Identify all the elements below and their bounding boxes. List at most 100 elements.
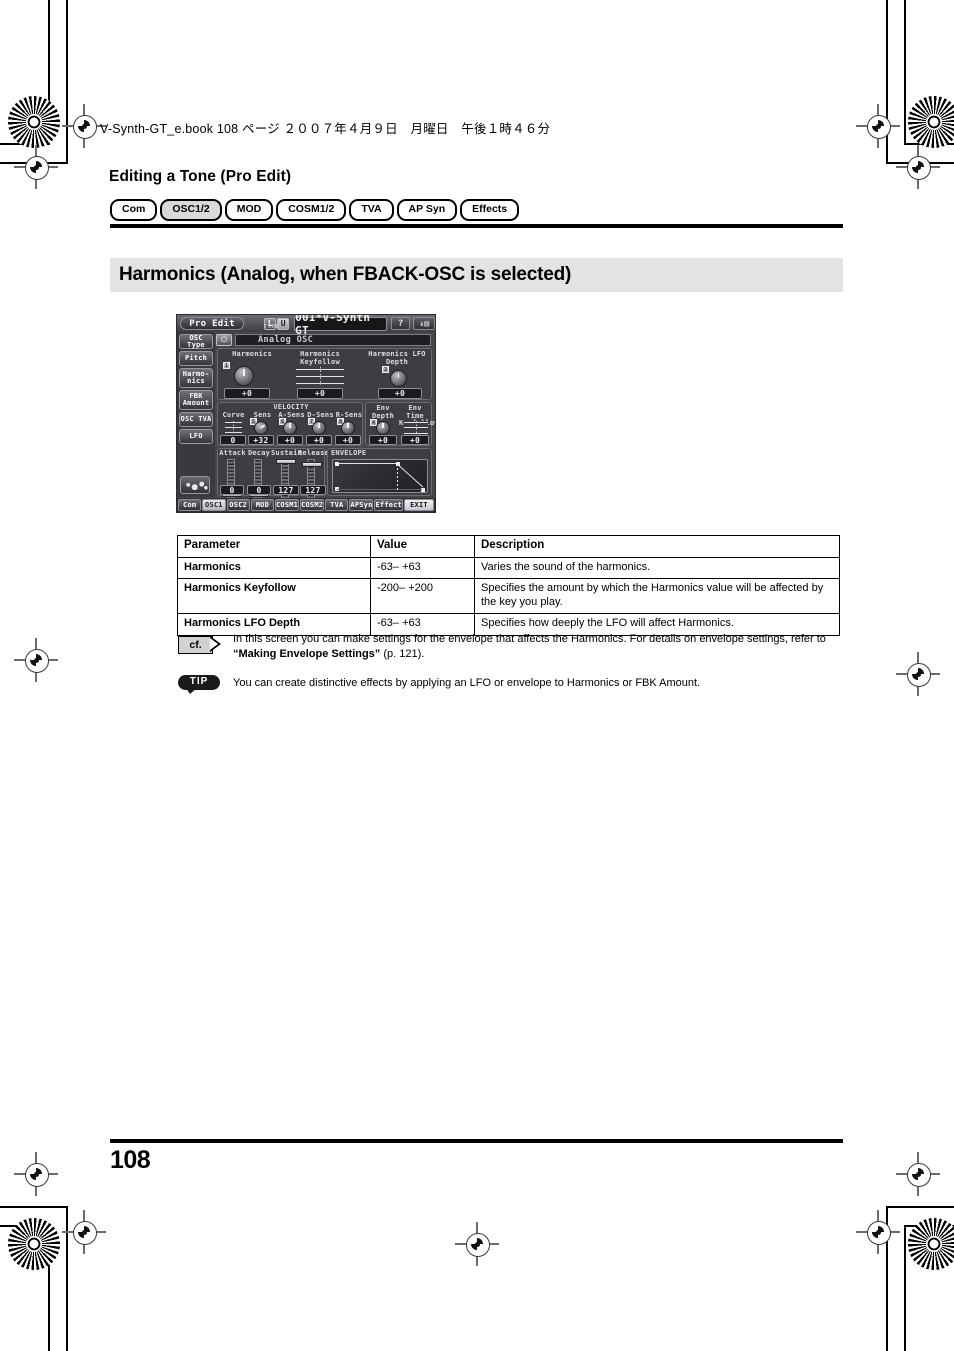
rail-button-osc-type[interactable]: OSC Type [179,334,213,349]
lcd-attack-value[interactable]: 0 [220,485,244,495]
cf-note-text-a: In this screen you can make settings for… [233,633,826,645]
lcd-tab-osc1[interactable]: OSC1 [202,499,226,511]
rail-button-fbk-amount[interactable]: FBK Amount [179,390,213,410]
column-header-parameter: Parameter [177,535,371,558]
registration-cross-upper-left [14,145,58,189]
registration-cross-lower-left [14,1152,58,1196]
lcd-exit-button[interactable]: EXIT [403,499,434,511]
rail-button-osc-tva[interactable]: OSC TVA [179,412,213,427]
crop-mark-top-right-v2 [904,0,906,145]
lcd-tone-lu-selector[interactable]: TONE L U [264,317,290,330]
lcd-harmonics-source-badge[interactable]: 1 [223,362,230,369]
device-lcd-screenshot: Pro Edit TONE L U 001*V-Synth GT ? ↓▤ OS… [176,314,436,513]
cell-parameter: Harmonics [177,556,371,579]
header-rule [110,224,843,228]
lcd-bottom-tab-bar: Com OSC1 OSC2 MOD COSM1 COSM2 TVA APSyn … [177,498,435,512]
registration-cross-top-right [856,104,900,148]
cf-note-text-b: (p. 121). [380,647,425,660]
registration-cross-mid-right [896,652,940,696]
tab-ap-syn[interactable]: AP Syn [396,199,458,221]
lcd-harmonics-lfo-source-badge[interactable]: 3 [382,366,389,373]
lcd-sustain-slider[interactable] [276,459,296,503]
lcd-velocity-a-sens-knob[interactable] [283,421,297,435]
rail-button-lfo[interactable]: LFO [179,429,213,444]
lcd-release-slider[interactable] [302,459,322,503]
lcd-velocity-d-sens-value[interactable]: +0 [306,435,332,445]
lcd-velocity-r-sens-value[interactable]: +0 [335,435,361,445]
lcd-velocity-panel: VELOCITY Curve Sens A-Sens D-Sens R-Sens… [217,402,363,446]
lcd-env-time-keyfollow-value[interactable]: +0 [401,435,429,445]
section-heading-bar: Harmonics (Analog, when FBACK-OSC is sel… [110,258,843,292]
lcd-tab-cosm2[interactable]: COSM2 [300,499,325,511]
globe-icon[interactable] [180,476,210,494]
rail-button-harmonics[interactable]: Harmo-nics [179,368,213,388]
tab-effects[interactable]: Effects [460,199,520,221]
lcd-decay-label: Decay [247,449,271,457]
lcd-sustain-label: Sustain [271,449,302,457]
lcd-tone-label: TONE [264,323,280,330]
lcd-envelope-graph[interactable] [332,459,428,493]
lcd-harmonics-keyfollow-value[interactable]: +0 [297,388,343,399]
lcd-attack-slider[interactable] [222,459,242,503]
lcd-harmonics-lfo-depth-value[interactable]: +0 [378,388,422,399]
tab-osc1-2[interactable]: OSC1/2 [160,199,222,221]
lcd-tab-mod[interactable]: MOD [250,499,274,511]
lcd-tab-tva[interactable]: TVA [325,499,349,511]
lcd-harmonics-knob[interactable] [234,366,254,386]
lcd-decay-value[interactable]: 0 [247,485,271,495]
lcd-env-depth-value[interactable]: +0 [369,435,397,445]
lcd-velocity-curve-graph[interactable] [225,421,242,433]
lcd-harmonics-value[interactable]: +0 [224,388,270,399]
column-header-value: Value [370,535,475,558]
column-header-description: Description [474,535,840,558]
lcd-velocity-r-sens-knob[interactable] [341,421,355,435]
lcd-osc-type-header: ⏻ Analog OSC [216,334,433,346]
cell-description: Specifies the amount by which the Harmon… [474,578,840,614]
lcd-osc-type-name: Analog OSC [235,334,431,346]
lcd-release-value[interactable]: 127 [300,485,326,495]
lcd-env-depth-knob[interactable] [376,421,390,435]
lcd-tab-com[interactable]: Com [178,499,202,511]
lcd-tab-effect[interactable]: Effect [374,499,403,511]
lcd-attack-label: Attack [219,449,246,457]
page-number: 108 [110,1146,151,1174]
cell-description: Varies the sound of the harmonics. [474,556,840,579]
lcd-tab-apsyn[interactable]: APSyn [349,499,374,511]
crop-mark-bottom-left-h [0,1206,68,1208]
menu-icon[interactable]: ↓▤ [413,317,435,330]
lcd-velocity-curve-label: Curve [222,411,245,419]
table-row: Harmonics -63– +63 Varies the sound of t… [177,556,840,579]
lcd-velocity-sens-knob[interactable] [254,421,268,435]
cell-parameter: Harmonics Keyfollow [177,578,371,614]
tab-mod[interactable]: MOD [224,199,274,221]
lcd-envelope-label: ENVELOPE [331,449,367,457]
crop-mark-bottom-right-v2 [904,1225,906,1351]
lcd-velocity-sens-value[interactable]: +32 [248,435,274,445]
lcd-harmonics-lfo-depth-knob[interactable] [390,370,407,387]
lcd-harmonics-keyfollow-graph[interactable] [296,367,344,385]
cell-value: -63– +63 [370,556,475,579]
rail-button-pitch[interactable]: Pitch [179,351,213,366]
tab-com[interactable]: Com [110,199,158,221]
lcd-patch-name[interactable]: 001*V-Synth GT [294,315,387,337]
lcd-sustain-value[interactable]: 127 [273,485,299,495]
lcd-velocity-d-sens-knob[interactable] [312,421,326,435]
registration-cross-bottom-right [856,1210,900,1254]
lcd-velocity-a-sens-value[interactable]: +0 [277,435,303,445]
tip-note: TIP You can create distinctive effects b… [178,674,843,694]
lcd-tab-cosm1[interactable]: COSM1 [275,499,300,511]
table-row: Harmonics Keyfollow -200– +200 Specifies… [177,578,840,614]
cf-note-reference: “Making Envelope Settings” [233,647,381,660]
lcd-velocity-curve-value[interactable]: 0 [220,435,246,445]
cell-value: -200– +200 [370,578,475,614]
help-icon[interactable]: ? [390,317,411,330]
lcd-decay-slider[interactable] [249,459,269,503]
tab-tva[interactable]: TVA [349,199,394,221]
lcd-env-time-keyfollow-graph[interactable] [404,421,428,434]
lcd-tab-osc2[interactable]: OSC2 [226,499,250,511]
power-icon[interactable]: ⏻ [216,334,232,346]
lcd-adsr-panel: Attack Decay Sustain Release 0 0 127 127 [217,448,329,503]
tab-cosm1-2[interactable]: COSM1/2 [276,199,347,221]
lcd-pro-edit-button[interactable]: Pro Edit [180,317,245,330]
lcd-harmonics-label: Harmonics [232,350,272,358]
